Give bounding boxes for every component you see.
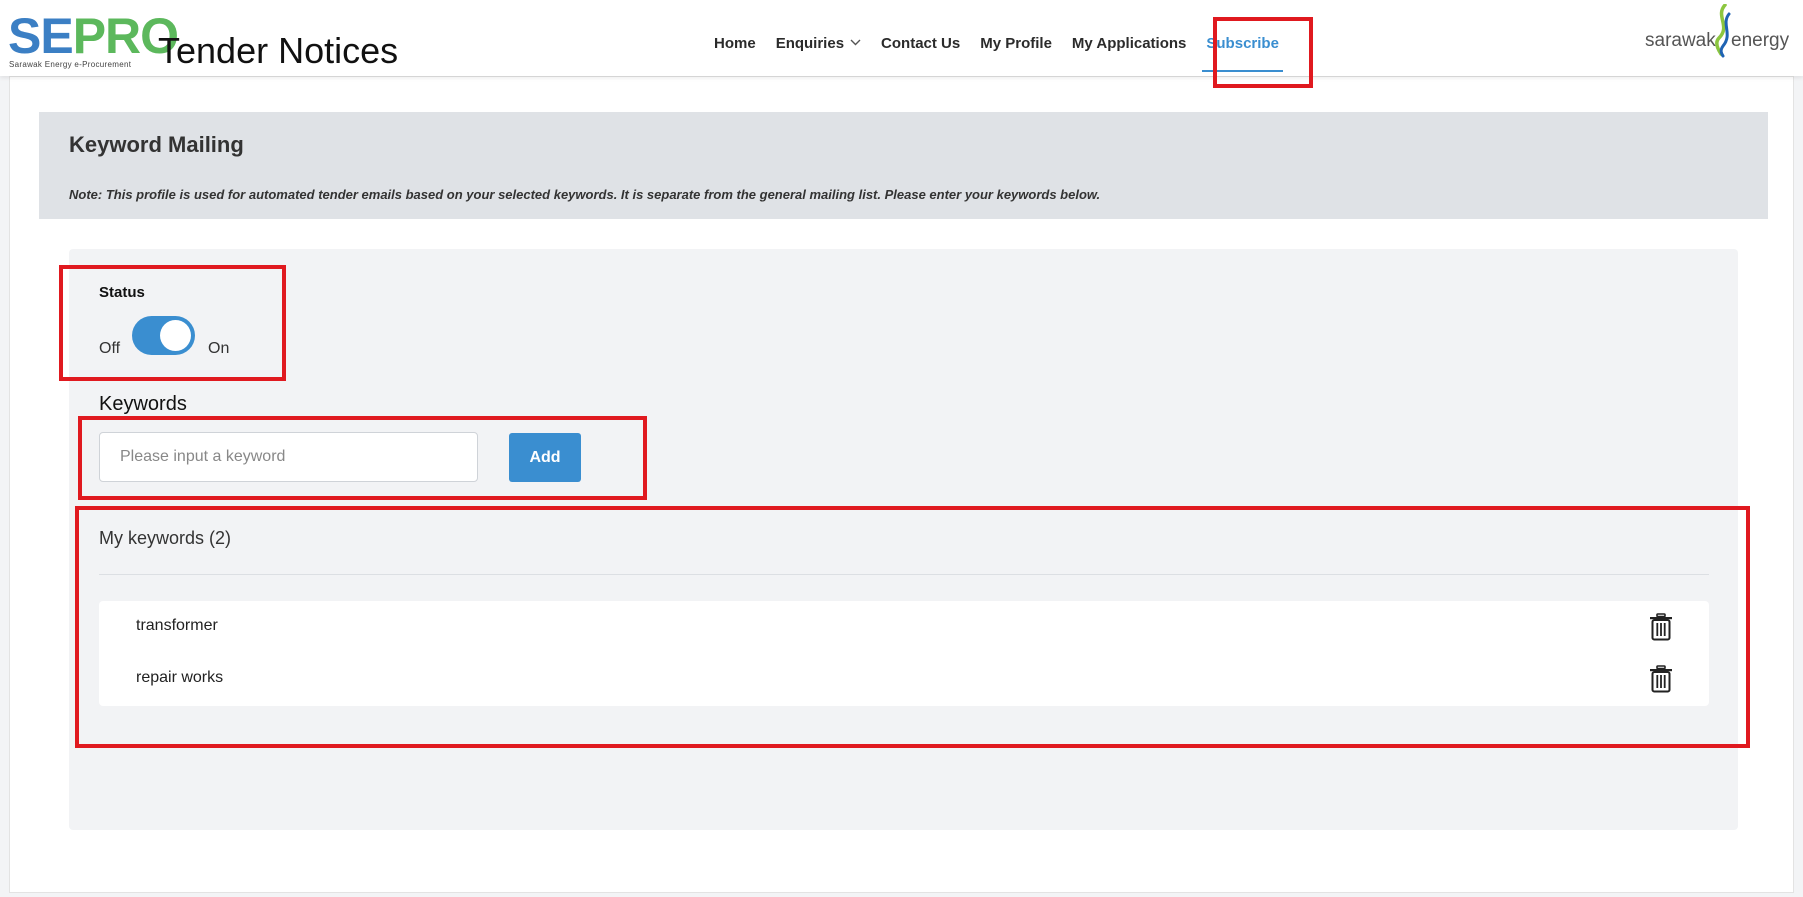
add-keyword-button[interactable]: Add — [509, 433, 581, 482]
content-panel — [69, 249, 1738, 830]
nav-enquiries-label: Enquiries — [775, 35, 845, 52]
partner-logo-left-text: sarawak — [1645, 30, 1716, 51]
nav-my-applications[interactable]: My Applications — [1062, 0, 1196, 76]
list-item: transformer — [99, 601, 1709, 653]
status-toggle[interactable] — [132, 316, 195, 355]
app-title: Tender Notices — [158, 30, 399, 71]
main-nav: Home Enquiries Contact Us My Profile My … — [704, 0, 1289, 76]
keywords-heading: Keywords — [99, 393, 187, 415]
title-panel: Keyword Mailing Note: This profile is us… — [39, 112, 1768, 219]
top-header: SEPRO Sarawak Energy e-Procurement Tende… — [0, 0, 1803, 76]
toggle-off-label: Off — [99, 340, 121, 357]
sepro-logo[interactable]: SEPRO Sarawak Energy e-Procurement Tende… — [8, 8, 398, 71]
sepro-wordmark: SEPRO — [8, 8, 179, 64]
nav-subscribe[interactable]: Subscribe — [1196, 0, 1289, 76]
logo-se: SE — [8, 8, 74, 64]
divider — [99, 574, 1709, 575]
page-title: Keyword Mailing — [69, 132, 244, 157]
my-keywords-heading: My keywords (2) — [99, 528, 232, 548]
list-item: repair works — [99, 653, 1709, 705]
sarawak-energy-swoosh-icon — [1715, 4, 1731, 58]
keyword-list: transformer repair works — [99, 601, 1709, 706]
trash-icon[interactable] — [1649, 665, 1673, 693]
nav-contact-us[interactable]: Contact Us — [871, 0, 970, 76]
partner-logo-right-text: energy — [1731, 30, 1790, 51]
keyword-text: transformer — [136, 617, 218, 634]
logo-subtitle: Sarawak Energy e-Procurement — [9, 60, 132, 69]
keyword-input[interactable] — [99, 432, 478, 482]
keyword-text: repair works — [136, 669, 224, 686]
chevron-down-icon — [850, 39, 861, 46]
page-note: Note: This profile is used for automated… — [69, 187, 1101, 202]
nav-home[interactable]: Home — [704, 0, 766, 76]
status-label: Status — [99, 284, 145, 301]
toggle-on-label: On — [208, 340, 230, 357]
nav-enquiries[interactable]: Enquiries — [766, 0, 871, 76]
trash-icon[interactable] — [1649, 613, 1673, 641]
toggle-knob — [160, 320, 191, 351]
sarawak-energy-logo: sarawak energy — [1645, 4, 1795, 58]
nav-my-profile[interactable]: My Profile — [970, 0, 1062, 76]
